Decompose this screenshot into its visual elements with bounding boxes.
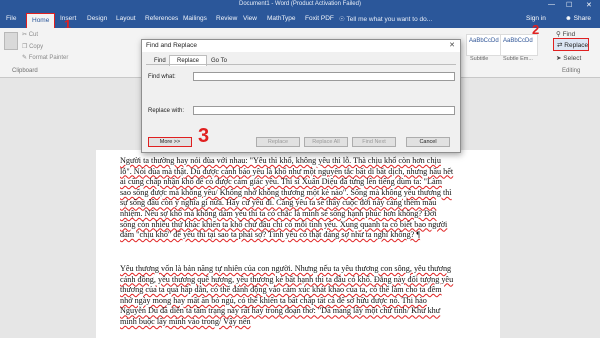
cut-label: Cut (28, 32, 39, 38)
tab-file[interactable]: File (6, 15, 16, 22)
style-subtitle-label: Subtitle (470, 56, 489, 62)
replace-with-input[interactable] (193, 106, 455, 115)
tell-me-search[interactable]: ☉ Tell me what you want to do... (339, 15, 432, 23)
find-next-button[interactable]: Find Next (352, 137, 396, 147)
sign-in-link[interactable]: Sign in (526, 15, 546, 22)
style-preview: AaBbCcDd (469, 38, 499, 44)
tab-design[interactable]: Design (87, 15, 107, 22)
tab-home[interactable]: Home (26, 13, 56, 28)
format-painter-label: Format Painter (28, 55, 69, 61)
document-paragraph-2[interactable]: Yêu thương vốn là bản năng tự nhiên của … (120, 264, 454, 328)
ribbon-tabs: File Home Insert Design Layout Reference… (0, 12, 600, 28)
title-bar: Document1 - Word (Product Activation Fai… (0, 0, 600, 12)
cancel-button[interactable]: Cancel (406, 137, 450, 147)
dialog-title: Find and Replace (146, 42, 197, 49)
tab-divider (146, 64, 456, 65)
tell-me-label: Tell me what you want to do... (346, 16, 433, 23)
dialog-body: Find Replace Go To Find what: Replace wi… (142, 52, 460, 152)
annotation-number-3: 3 (198, 125, 210, 147)
select-label: Select (563, 55, 582, 62)
style-subtitle[interactable]: AaBbCcDd (466, 34, 504, 56)
document-page[interactable]: Người ta thường hay nói đùa với nhau: "Y… (96, 150, 500, 338)
style-subtle-emphasis-label: Subtle Em... (503, 56, 533, 62)
tab-references[interactable]: References (145, 15, 178, 22)
more-button[interactable]: More >> (148, 137, 192, 147)
tab-layout[interactable]: Layout (116, 15, 136, 22)
replace-dialog-button[interactable]: Replace (256, 137, 300, 147)
replace-button[interactable]: ⇄ Replace (553, 38, 589, 51)
find-label: Find (562, 31, 576, 38)
clipboard-group-label: Clipboard (12, 68, 38, 74)
cursor-icon: ➤ (556, 55, 562, 62)
maximize-icon[interactable]: ☐ (566, 1, 572, 9)
annotation-number-2: 2 (532, 22, 540, 37)
share-button[interactable]: ☻ Share (565, 15, 591, 22)
copy-label: Copy (29, 44, 44, 50)
document-paragraph-1[interactable]: Người ta thường hay nói đùa với nhau: "Y… (120, 156, 454, 241)
window-title: Document1 - Word (Product Activation Fai… (239, 1, 361, 7)
search-icon: ⚲ (556, 31, 561, 38)
tab-mailings[interactable]: Mailings (183, 15, 207, 22)
close-icon[interactable]: ✕ (586, 1, 592, 9)
paste-icon[interactable] (4, 32, 18, 50)
tab-foxit-pdf[interactable]: Foxit PDF (305, 15, 334, 22)
tab-view[interactable]: View (243, 15, 257, 22)
find-button[interactable]: ⚲ Find (556, 30, 575, 38)
format-painter-button[interactable]: ✎ Format Painter (22, 54, 68, 61)
minimize-icon[interactable]: — (548, 1, 555, 8)
find-replace-dialog: Find and Replace ✕ Find Replace Go To Fi… (141, 39, 461, 153)
style-preview: AaBbCcDd (503, 38, 533, 44)
copy-icon: ❐ (22, 44, 28, 50)
style-subtle-emphasis[interactable]: AaBbCcDd (500, 34, 538, 56)
dialog-close-icon[interactable]: ✕ (449, 41, 455, 49)
select-button[interactable]: ➤ Select (556, 54, 581, 62)
replace-icon: ⇄ (557, 42, 563, 49)
replace-with-label: Replace with: (148, 108, 185, 114)
find-what-label: Find what: (148, 74, 176, 80)
replace-all-button[interactable]: Replace All (304, 137, 348, 147)
editing-group-label: Editing (562, 68, 581, 74)
person-icon: ☻ (565, 15, 572, 22)
scissors-icon: ✂ (22, 32, 28, 38)
tab-review[interactable]: Review (216, 15, 237, 22)
tab-mathtype[interactable]: MathType (267, 15, 296, 22)
copy-button[interactable]: ❐ Copy (22, 43, 43, 50)
brush-icon: ✎ (22, 55, 28, 61)
cut-button[interactable]: ✂ Cut (22, 31, 38, 38)
share-label: Share (573, 15, 592, 22)
replace-label: Replace (564, 42, 589, 49)
find-what-input[interactable] (193, 72, 455, 81)
lightbulb-icon: ☉ (339, 16, 345, 23)
